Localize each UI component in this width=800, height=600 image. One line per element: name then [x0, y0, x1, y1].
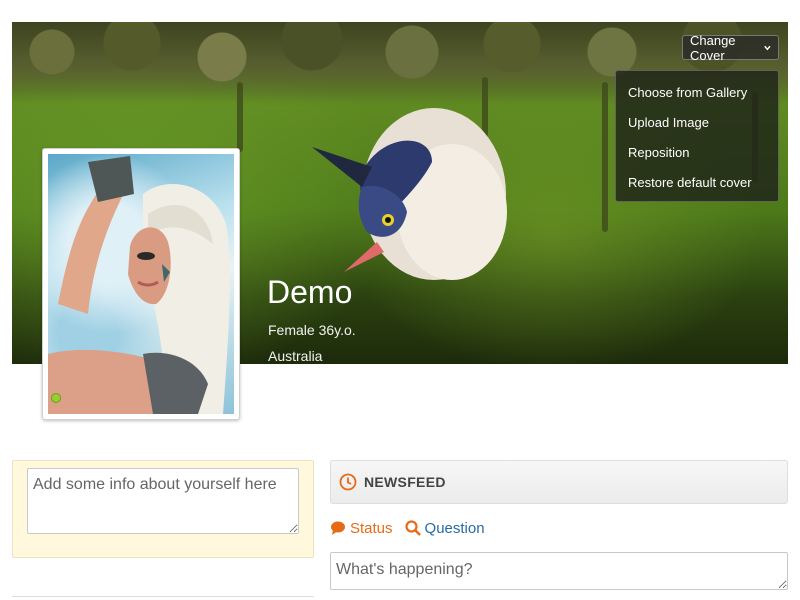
- avatar-photo: [48, 154, 234, 414]
- change-cover-menu: Choose from Gallery Upload Image Reposit…: [615, 70, 779, 202]
- profile-gender-age: Female 36y.o.: [268, 322, 356, 338]
- cover-vine: [237, 82, 243, 152]
- status-input[interactable]: [330, 552, 788, 590]
- cover-vine: [602, 82, 608, 232]
- profile-name: Demo: [267, 274, 353, 310]
- about-yourself-input[interactable]: [27, 468, 299, 534]
- menu-item-upload-image[interactable]: Upload Image: [616, 109, 778, 139]
- left-column-divider: [12, 596, 314, 597]
- change-cover-label: Change Cover: [690, 32, 736, 63]
- menu-item-reposition[interactable]: Reposition: [616, 139, 778, 169]
- profile-location: Australia: [268, 348, 323, 364]
- menu-item-choose-from-gallery[interactable]: Choose from Gallery: [616, 79, 778, 109]
- bird-illustration: [312, 108, 507, 280]
- post-type-tabs: Status Question: [330, 516, 497, 540]
- change-cover-button[interactable]: Change Cover: [682, 32, 779, 63]
- tab-status[interactable]: Status: [330, 520, 393, 537]
- newsfeed-title: NEWSFEED: [364, 474, 446, 490]
- about-yourself-panel: [12, 460, 314, 558]
- newsfeed-header: NEWSFEED: [330, 460, 788, 504]
- speech-bubble-icon: [331, 521, 345, 535]
- magnifier-icon: [404, 520, 421, 536]
- clock-icon: [339, 473, 357, 491]
- menu-item-restore-default-cover[interactable]: Restore default cover: [616, 169, 778, 199]
- tab-question-label: Question: [424, 519, 485, 537]
- profile-avatar[interactable]: [42, 148, 240, 420]
- tab-question[interactable]: Question: [404, 519, 485, 537]
- chevron-down-icon: [764, 45, 771, 50]
- avatar-portrait-illustration: [48, 156, 230, 414]
- online-status-icon: [51, 393, 61, 403]
- tab-status-label: Status: [350, 519, 393, 537]
